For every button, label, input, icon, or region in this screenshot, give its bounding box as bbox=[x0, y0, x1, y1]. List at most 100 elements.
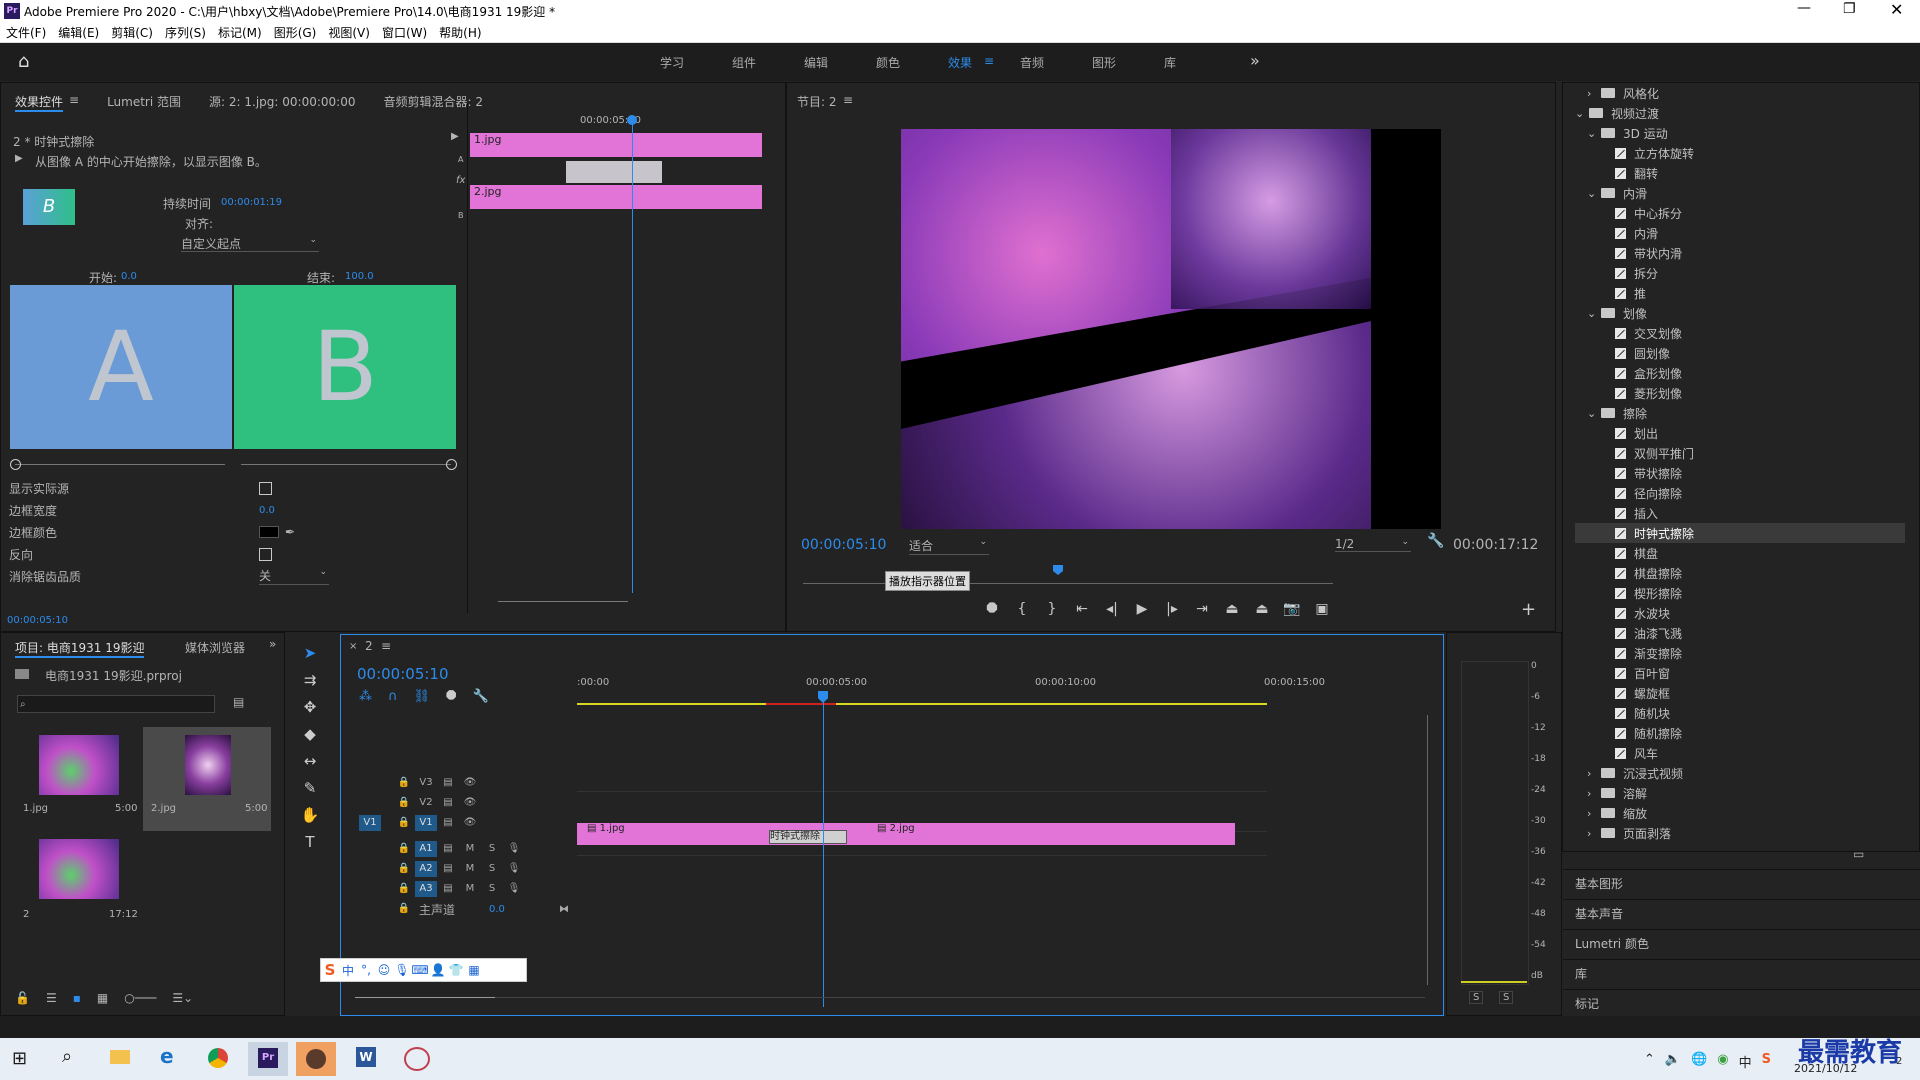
step-back-icon[interactable]: ◂| bbox=[1097, 601, 1127, 617]
selection-tool-icon[interactable]: ➤ bbox=[304, 644, 317, 662]
vertical-scrollbar[interactable] bbox=[1427, 715, 1428, 985]
compare-view-icon[interactable]: ▣ bbox=[1307, 601, 1337, 617]
lock-icon[interactable]: 🔓 bbox=[15, 991, 30, 1005]
menu-item[interactable]: 剪辑(C) bbox=[111, 24, 153, 41]
sync-icon[interactable]: ▤ bbox=[437, 841, 459, 857]
chevron-down-icon[interactable]: ⌄ bbox=[1587, 407, 1601, 420]
network-icon[interactable]: 🌐 bbox=[1691, 1052, 1707, 1071]
effects-folder[interactable]: ⌄ 3D 运动 bbox=[1575, 123, 1905, 143]
linked-selection-icon[interactable]: ⛓ bbox=[414, 689, 431, 704]
reverse-checkbox[interactable] bbox=[259, 547, 272, 561]
menu-item[interactable]: 帮助(H) bbox=[439, 24, 481, 41]
mark-out-icon[interactable]: } bbox=[1037, 601, 1067, 617]
border-color-swatch[interactable] bbox=[259, 526, 279, 538]
mute-button[interactable]: M bbox=[459, 881, 481, 897]
add-marker-icon[interactable]: ⯃ bbox=[977, 601, 1007, 617]
effects-preset[interactable]: 棋盘 bbox=[1575, 543, 1905, 563]
effects-folder[interactable]: ⌄ 内滑 bbox=[1575, 183, 1905, 203]
mute-button[interactable]: M bbox=[459, 841, 481, 857]
effects-preset[interactable]: 随机擦除 bbox=[1575, 723, 1905, 743]
program-scrub-bar[interactable] bbox=[803, 583, 1333, 584]
start-icon[interactable]: ⊞ bbox=[12, 1048, 27, 1069]
effects-preset[interactable]: 交叉划像 bbox=[1575, 323, 1905, 343]
tab-effect-controls[interactable]: 效果控件 bbox=[15, 93, 64, 112]
type-tool-icon[interactable]: T bbox=[305, 833, 314, 851]
pen-tool-icon[interactable]: ✎ bbox=[304, 779, 317, 797]
effects-preset[interactable]: 中心拆分 bbox=[1575, 203, 1905, 223]
tab-source[interactable]: 源: 2: 1.jpg: 00:00:00:00 bbox=[209, 93, 355, 112]
chevron-right-icon[interactable]: › bbox=[1587, 87, 1601, 100]
chevron-right-icon[interactable]: › bbox=[1587, 767, 1601, 780]
workspace-tab[interactable]: 组件 bbox=[732, 54, 804, 71]
marker-icon[interactable]: ⯃ bbox=[446, 689, 456, 704]
mini-playhead[interactable] bbox=[632, 119, 633, 593]
file-explorer-icon[interactable] bbox=[110, 1050, 130, 1064]
menu-item[interactable]: 图形(G) bbox=[274, 24, 317, 41]
border-width-value[interactable]: 0.0 bbox=[259, 505, 275, 516]
ime-voice-icon[interactable]: 🎙 bbox=[393, 963, 411, 977]
ime-user-icon[interactable]: 👤 bbox=[429, 963, 447, 977]
ripple-edit-tool-icon[interactable]: ✥ bbox=[304, 698, 317, 716]
ime-emoji-icon[interactable]: ☺ bbox=[375, 963, 393, 977]
timeline-playhead[interactable] bbox=[823, 697, 824, 1007]
effects-preset[interactable]: 翻转 bbox=[1575, 163, 1905, 183]
slip-tool-icon[interactable]: ↔ bbox=[304, 752, 317, 770]
snap-icon[interactable]: ∩ bbox=[388, 689, 398, 704]
tab-lumetri-scopes[interactable]: Lumetri 范围 bbox=[107, 93, 181, 112]
export-frame-icon[interactable]: 📷 bbox=[1277, 601, 1307, 617]
sync-icon[interactable]: ▤ bbox=[437, 881, 459, 897]
new-bin-icon[interactable]: ▭ bbox=[1853, 847, 1864, 861]
solo-button[interactable]: S bbox=[481, 841, 503, 857]
lock-track-icon[interactable]: 🔒 bbox=[393, 815, 415, 831]
step-forward-icon[interactable]: |▸ bbox=[1157, 601, 1187, 617]
wrench-icon[interactable]: 🔧 bbox=[1427, 533, 1444, 549]
effects-folder[interactable]: › 沉浸式视频 bbox=[1575, 763, 1905, 783]
meter-solo-left[interactable]: S bbox=[1469, 991, 1484, 1004]
hand-tool-icon[interactable]: ✋ bbox=[301, 806, 320, 824]
start-slider[interactable] bbox=[15, 464, 225, 465]
chevron-right-icon[interactable]: › bbox=[1587, 787, 1601, 800]
menu-item[interactable]: 序列(S) bbox=[165, 24, 206, 41]
ime-skin-icon[interactable]: 👕 bbox=[447, 963, 465, 977]
effects-section[interactable]: 基本声音 bbox=[1563, 899, 1920, 929]
premiere-taskbar-icon[interactable]: Pr bbox=[248, 1042, 288, 1076]
effects-preset[interactable]: 圆划像 bbox=[1575, 343, 1905, 363]
source-patch-v1[interactable]: V1 bbox=[359, 815, 381, 831]
timeline-playhead-handle[interactable] bbox=[818, 691, 828, 703]
timeline-scrollbar[interactable] bbox=[355, 997, 1425, 998]
chevron-down-icon[interactable]: ⌄ bbox=[1587, 187, 1601, 200]
mute-button[interactable]: M bbox=[459, 861, 481, 877]
workspace-tab[interactable]: 颜色 bbox=[876, 54, 948, 71]
end-slider[interactable] bbox=[241, 464, 451, 465]
timeline-clip-1[interactable]: ▤ 1.jpg bbox=[577, 823, 777, 845]
effects-section[interactable]: 基本图形 bbox=[1563, 869, 1920, 899]
play-icon[interactable]: ▶ bbox=[1127, 601, 1157, 617]
close-tab-icon[interactable]: × bbox=[349, 641, 357, 652]
effect-controls-timecode[interactable]: 00:00:05:10 bbox=[7, 615, 68, 626]
effects-preset[interactable]: 插入 bbox=[1575, 503, 1905, 523]
effects-preset[interactable]: 双侧平推门 bbox=[1575, 443, 1905, 463]
start-slider-handle[interactable] bbox=[10, 459, 21, 470]
expand-arrow-icon[interactable]: ▶ bbox=[451, 131, 459, 142]
effects-preset[interactable]: 百叶窗 bbox=[1575, 663, 1905, 683]
search-icon[interactable]: ⌕ bbox=[62, 1046, 72, 1067]
eye-icon[interactable]: 👁 bbox=[459, 795, 481, 811]
tray-app-icon[interactable]: ◉ bbox=[1717, 1052, 1728, 1071]
program-menu-icon[interactable]: ≡ bbox=[843, 93, 853, 107]
mini-zoom-slider[interactable] bbox=[498, 601, 628, 602]
workspace-tab[interactable]: 音频 bbox=[1020, 54, 1092, 71]
zoom-slider[interactable]: ○─── bbox=[124, 991, 156, 1005]
sync-icon[interactable]: ▤ bbox=[437, 775, 459, 791]
go-to-out-icon[interactable]: ⇥ bbox=[1187, 601, 1217, 617]
minimize-icon[interactable]: — bbox=[1797, 0, 1811, 16]
timeline-zoom-handle[interactable] bbox=[355, 997, 495, 998]
duration-value[interactable]: 00:00:01:19 bbox=[221, 197, 282, 208]
tab-menu-icon[interactable]: ≡ bbox=[69, 93, 79, 112]
effects-preset[interactable]: 立方体旋转 bbox=[1575, 143, 1905, 163]
eyedropper-icon[interactable]: ✒ bbox=[285, 525, 295, 539]
fit-dropdown[interactable]: 适合 ⌄ bbox=[909, 537, 989, 555]
sync-icon[interactable]: ▤ bbox=[437, 815, 459, 831]
anti-alias-dropdown[interactable]: 关 ⌄ bbox=[259, 567, 329, 585]
chevron-right-icon[interactable]: › bbox=[1587, 827, 1601, 840]
lock-track-icon[interactable]: 🔒 bbox=[393, 881, 415, 897]
